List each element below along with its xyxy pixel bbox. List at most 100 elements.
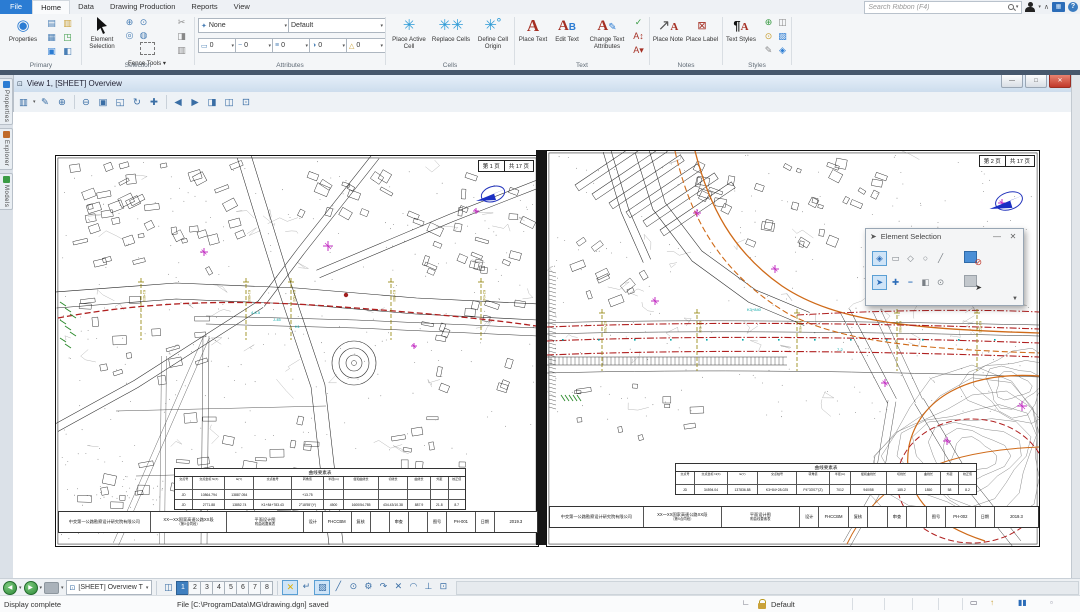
priority-combo[interactable]: △ 0 ▾ (346, 38, 386, 53)
select-all-icon[interactable]: ◍ (137, 29, 150, 41)
method-block-icon[interactable]: ▭ (889, 252, 902, 265)
lock-icon[interactable] (757, 599, 766, 609)
place-note-button[interactable]: ↗A Place Note (651, 16, 685, 60)
view-minimize-button[interactable]: — (1001, 75, 1023, 88)
windows-icon[interactable]: ◫ (161, 581, 175, 594)
text-tools-icon[interactable]: A↕ (632, 30, 645, 42)
cut-icon[interactable]: ✂ (175, 16, 188, 28)
attach-tools-icon[interactable]: ▦ (45, 31, 58, 43)
ribbon-tab-view[interactable]: View (226, 0, 258, 14)
snap-perpendicular-icon[interactable]: ⊥ (421, 580, 435, 593)
sidebar-tab-properties[interactable]: Properties (0, 78, 13, 125)
view-history-caret-icon[interactable]: ▾ (61, 585, 64, 591)
mode-subtract-icon[interactable]: − (904, 276, 917, 289)
method-circle-icon[interactable]: ○ (919, 252, 932, 265)
design-history-icon[interactable]: ▮▮ (1018, 598, 1027, 607)
select-prev-icon[interactable]: ◎ (123, 29, 136, 41)
transparency-combo[interactable]: ◑ 0 ▾ (309, 38, 348, 53)
view-history-button[interactable] (44, 582, 59, 594)
place-label-button[interactable]: ⊠ Place Label (685, 16, 719, 60)
replace-cells-button[interactable]: ✳✳ Replace Cells (431, 16, 471, 60)
zoom-out-icon[interactable]: ⊖ (79, 95, 94, 110)
select-by-attr-icon[interactable]: ⊕ (123, 16, 136, 28)
line-style-combo[interactable]: − 0 ▾ (235, 38, 274, 53)
define-cell-origin-button[interactable]: ✳˚ Define Cell Origin (473, 16, 513, 60)
place-text-button[interactable]: A Place Text (516, 16, 550, 60)
view-attributes-icon[interactable]: ▥ (16, 95, 31, 110)
more-text-icon[interactable]: A▾ (632, 44, 645, 56)
copy-icon[interactable]: ◨ (175, 30, 188, 42)
change-text-attributes-button[interactable]: A✎ Change Text Attributes (584, 16, 630, 60)
copy-view-icon[interactable]: ◨ (205, 95, 220, 110)
locate-icon[interactable]: ▨ (314, 580, 330, 595)
view-next-button[interactable]: ▶ (24, 581, 38, 595)
selection-set-icon[interactable]: ▭ (970, 598, 978, 607)
mode-new-button[interactable]: ⊘ (964, 251, 980, 265)
active-color-combo[interactable]: ▭ 0 ▾ (198, 38, 237, 53)
snap-arc-icon[interactable]: ◠ (406, 580, 420, 593)
snap-cross-icon[interactable]: ✕ (391, 580, 405, 593)
mode-select-icon[interactable]: ➤ (872, 275, 887, 290)
dialog-toggle-icon[interactable]: ▫ (1050, 598, 1053, 607)
select-group-icon[interactable]: ⊙ (137, 16, 150, 28)
clip-mask-icon[interactable]: ⊡ (239, 95, 254, 110)
sidebar-tab-models[interactable]: Models (0, 173, 13, 210)
accudraw-icon[interactable]: ⚙ (361, 580, 375, 593)
fit-view-icon[interactable]: ◱ (113, 95, 128, 110)
ribbon-tab-home[interactable]: Home (32, 0, 70, 14)
help-icon[interactable]: ? (1068, 2, 1078, 12)
user-icon[interactable] (1025, 2, 1035, 13)
connect-icon[interactable]: ▦ (1052, 2, 1065, 12)
view-next-icon[interactable]: ▶ (188, 95, 203, 110)
active-level-combo[interactable]: Default ▾ (288, 18, 386, 33)
style-tools-icon[interactable]: ✎ (762, 44, 775, 56)
properties-button[interactable]: ◉ Properties (4, 16, 42, 60)
dialog-expand-icon[interactable]: ▼ (1012, 296, 1018, 302)
ribbon-tab-reports[interactable]: Reports (183, 0, 225, 14)
window-area-icon[interactable]: ▣ (96, 95, 111, 110)
view-group-combo[interactable]: ⊡ [SHEET] Overview T ▾ (66, 580, 153, 595)
level-display-icon[interactable]: ◳ (61, 31, 74, 43)
display-styles-icon[interactable]: ▨ (776, 30, 789, 42)
snap-window-icon[interactable]: ⊡ (436, 580, 450, 593)
method-line-icon[interactable]: ╱ (934, 252, 947, 265)
search-caret-icon[interactable]: ▾ (1016, 4, 1019, 10)
active-level-label[interactable]: Default (771, 600, 795, 609)
display-style-icon[interactable]: ✎ (38, 95, 53, 110)
text-styles-button[interactable]: ¶A Text Styles (724, 16, 758, 60)
view-title-bar[interactable]: ⊡ View 1, [SHEET] Overview — □ ✕ (13, 75, 1075, 93)
element-styles-icon[interactable]: ⊙ (762, 30, 775, 42)
line-weight-combo[interactable]: ≡ 0 ▾ (272, 38, 311, 53)
mode-invert-icon[interactable]: ◧ (919, 276, 932, 289)
view-previous-icon[interactable]: ◀ (171, 95, 186, 110)
models-icon[interactable]: ▣ (45, 45, 58, 57)
view-prev-caret-icon[interactable]: ▾ (19, 585, 22, 591)
dimension-styles-icon[interactable]: ⊕ (762, 16, 775, 28)
rotate-view-icon[interactable]: ↻ (130, 95, 145, 110)
dialog-title-bar[interactable]: ➤ Element Selection — ✕ (866, 229, 1023, 244)
user-caret-icon[interactable]: ▾ (1038, 4, 1041, 10)
dialog-minimize-icon[interactable]: — (991, 232, 1003, 241)
ribbon-tab-drawing-production[interactable]: Drawing Production (102, 0, 183, 14)
view-maximize-button[interactable]: □ (1025, 75, 1047, 88)
place-active-cell-button[interactable]: ✳ Place Active Cell (389, 16, 429, 60)
snap-rotate-icon[interactable]: ↷ (376, 580, 390, 593)
cancel-icon[interactable]: ✕ (282, 580, 298, 595)
sidebar-tab-explorer[interactable]: Explorer (0, 128, 13, 169)
ribbon-search-input[interactable]: Search Ribbon (F4) ▾ (864, 1, 1022, 14)
fence-mode-icon[interactable]: ↑ (990, 598, 994, 607)
element-info-icon[interactable]: ◧ (61, 45, 74, 57)
more-styles-icon[interactable]: ◈ (776, 44, 789, 56)
method-shape-icon[interactable]: ◇ (904, 252, 917, 265)
zoom-in-icon[interactable]: ⊕ (55, 95, 70, 110)
edit-text-button[interactable]: AB Edit Text (550, 16, 584, 60)
mode-add-icon[interactable]: ✚ (889, 276, 902, 289)
view-attr-caret-icon[interactable]: ▾ (33, 99, 36, 105)
dialog-close-icon[interactable]: ✕ (1007, 232, 1019, 241)
explorer-icon[interactable]: ▤ (45, 17, 58, 29)
snap-slash-icon[interactable]: ╱ (331, 580, 345, 593)
ribbon-tab-data[interactable]: Data (70, 0, 102, 14)
element-selection-dialog[interactable]: ➤ Element Selection — ✕ ◈ ▭ ◇ ○ ╱ ⊘ ➤ ✚ … (865, 228, 1024, 306)
ribbon-tab-file[interactable]: File (0, 0, 32, 14)
line-styles-icon[interactable]: ◫ (776, 16, 789, 28)
